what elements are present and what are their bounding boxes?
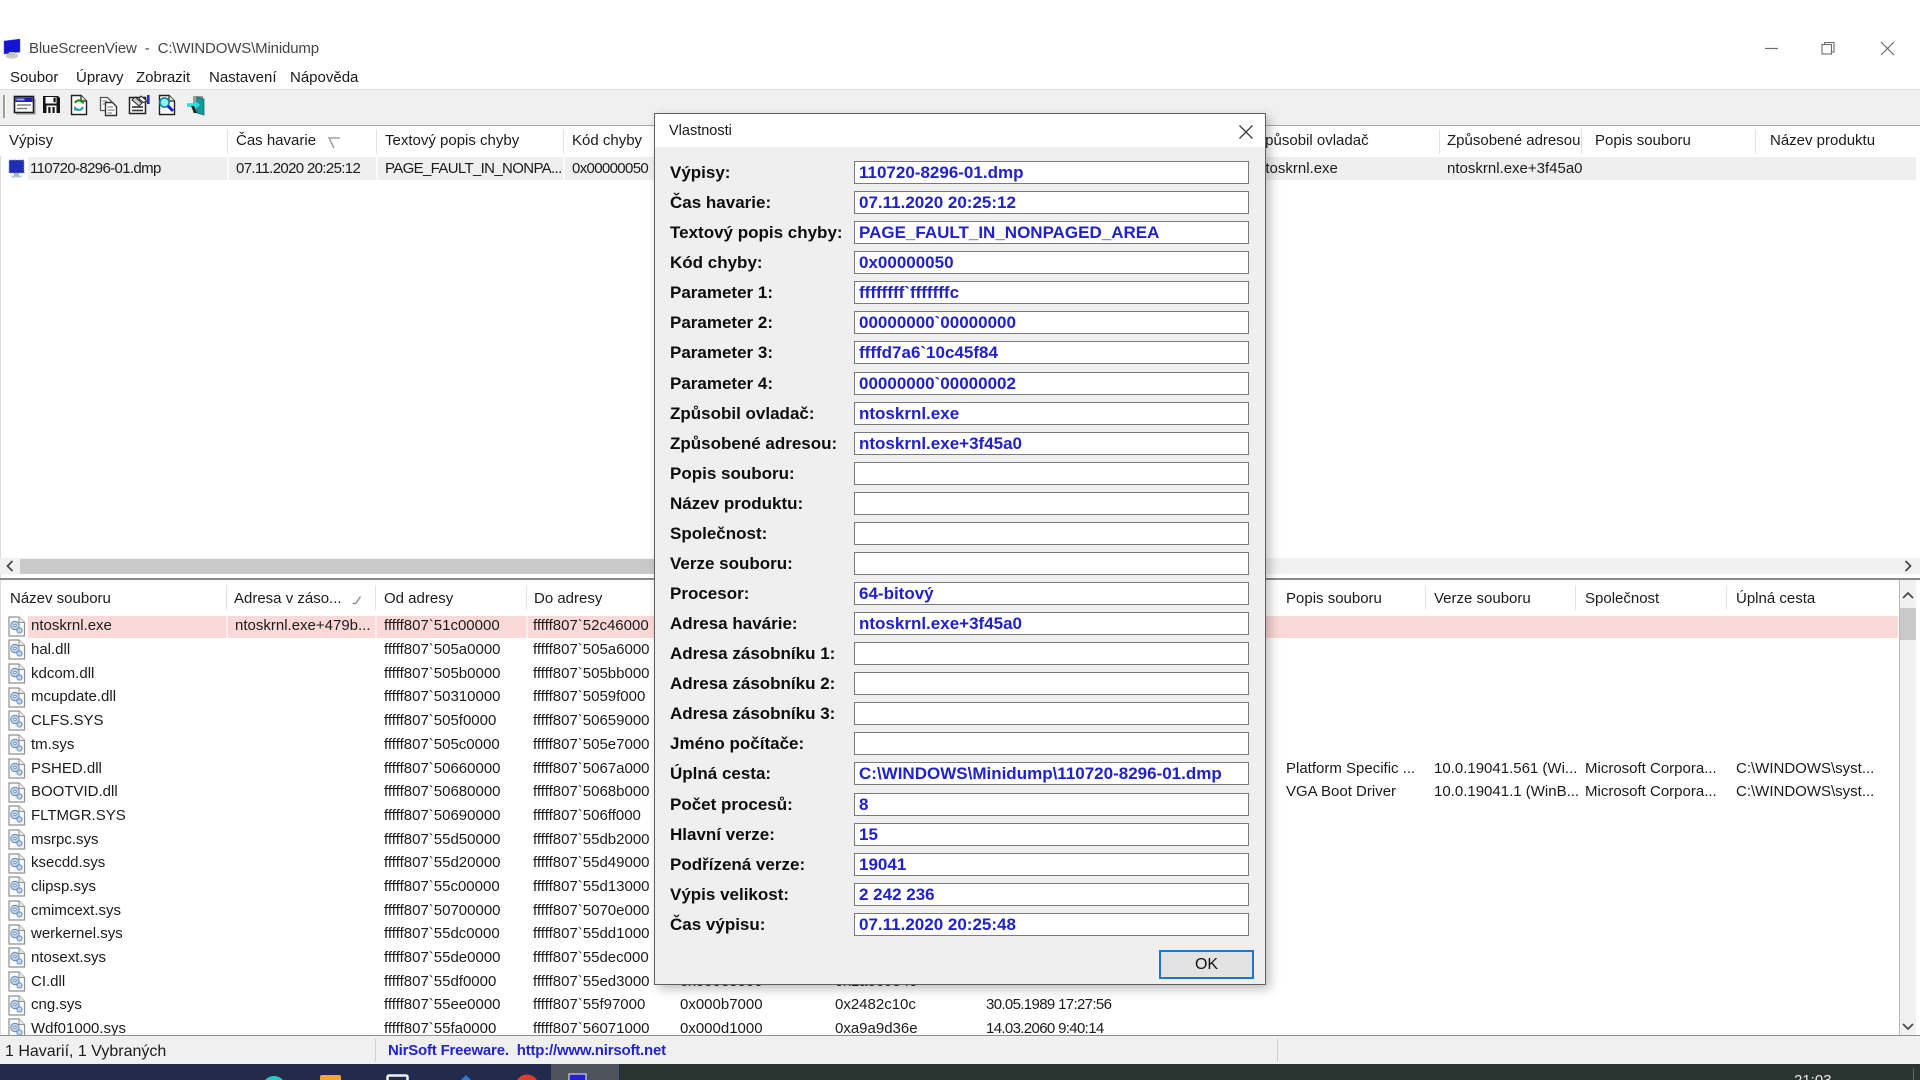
svg-text:21:03: 21:03 xyxy=(1794,1072,1832,1080)
